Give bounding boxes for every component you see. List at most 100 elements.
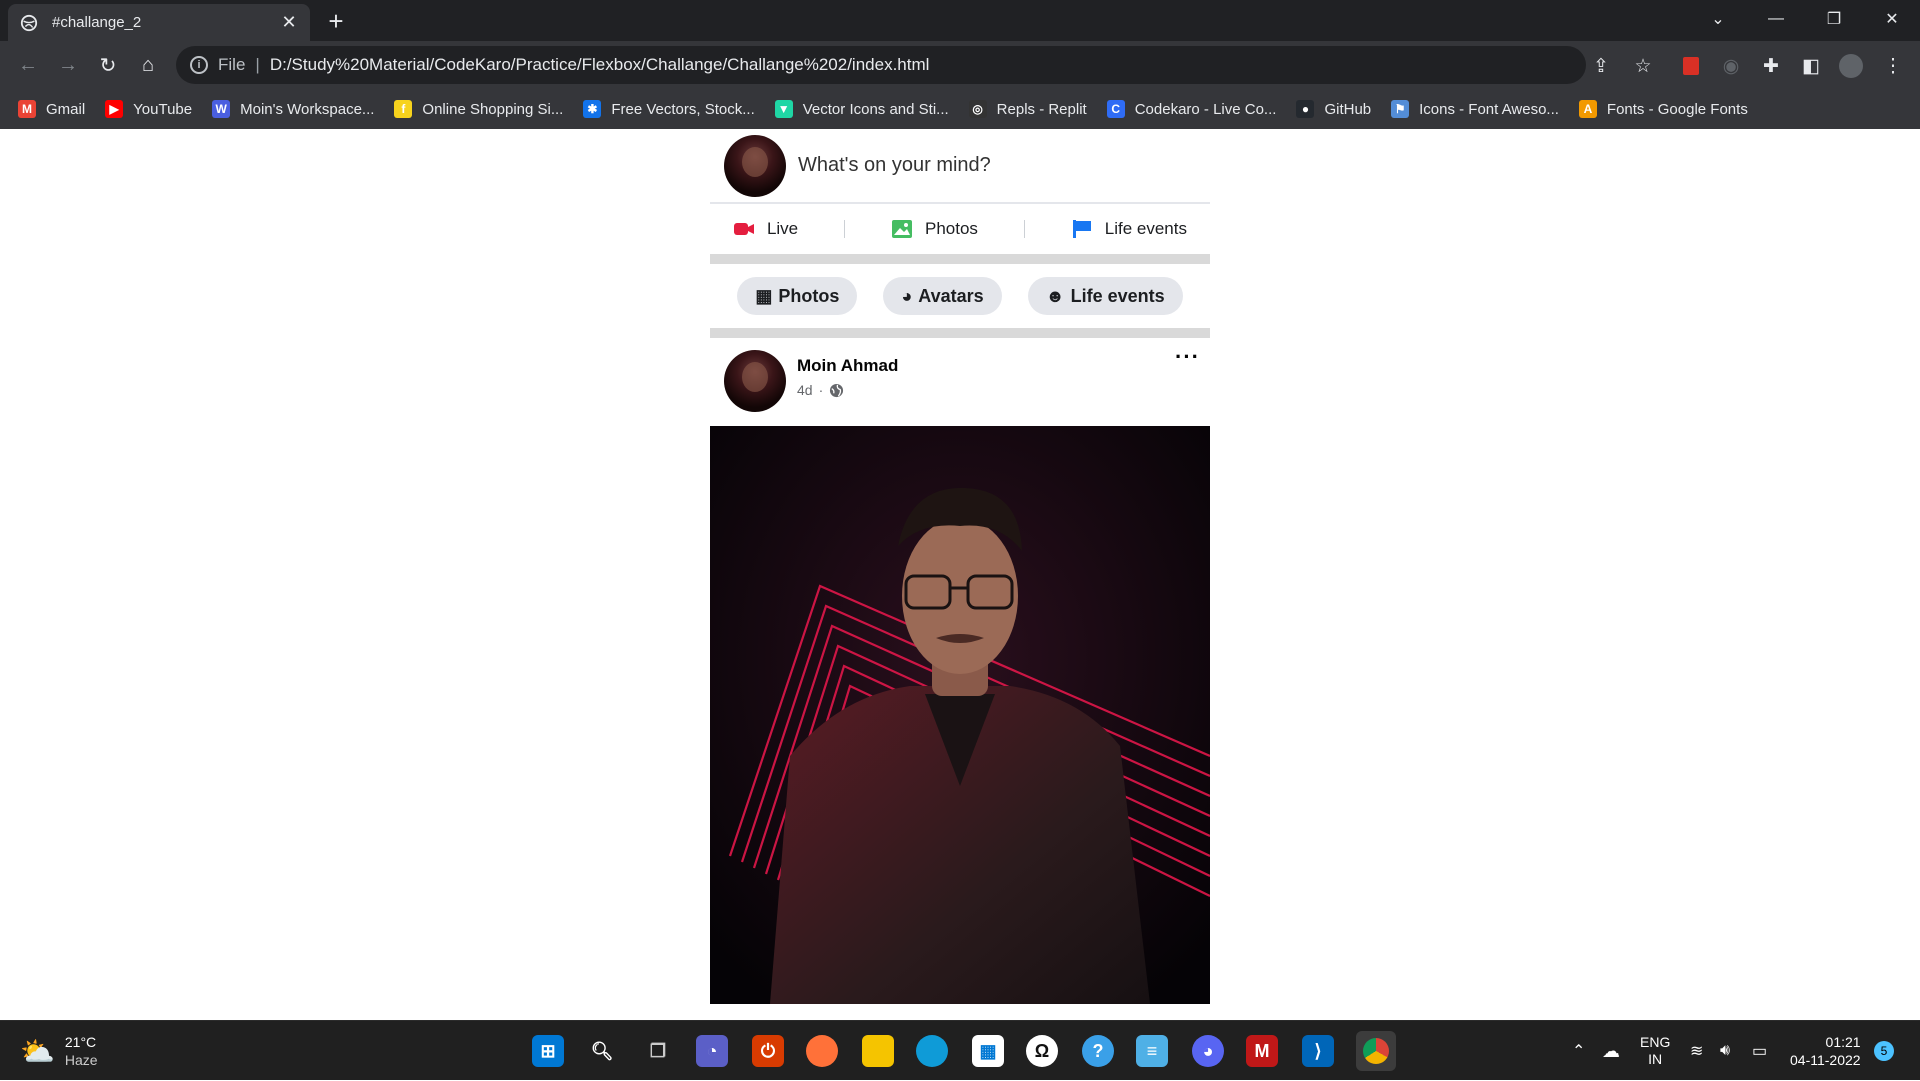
life-events-pill-button[interactable]: ☻ Life events	[1027, 277, 1183, 315]
reload-icon[interactable]: ↻	[94, 51, 122, 79]
live-button[interactable]: Live	[733, 219, 798, 239]
lang-bottom: IN	[1648, 1051, 1663, 1067]
battery-icon[interactable]: ▭	[1752, 1021, 1767, 1081]
flaticon-icon: ▼	[774, 100, 793, 118]
bookmark-label: Vector Icons and Sti...	[802, 100, 949, 118]
restore-button[interactable]: ❐	[1806, 0, 1862, 38]
clock[interactable]: 01:21 04-11-2022	[1790, 1021, 1861, 1081]
weather-widget[interactable]: ⛅ 21°C Haze	[20, 1033, 98, 1069]
fontawesome-icon: ⚑	[1391, 100, 1410, 118]
discord-icon[interactable]: ◕	[1192, 1035, 1224, 1067]
mcafee-icon[interactable]: M	[1246, 1035, 1278, 1067]
notepad-icon[interactable]: ≡	[1136, 1035, 1168, 1067]
minimize-button[interactable]: —	[1748, 0, 1804, 38]
bookmark-item[interactable]: ▶ YouTube	[105, 100, 192, 118]
post-time[interactable]: 4d	[797, 382, 813, 398]
bookmark-star-icon[interactable]: ☆	[1630, 53, 1656, 79]
tab-active[interactable]: #challange_2 ✕	[8, 4, 310, 41]
life-events-button[interactable]: Life events	[1071, 219, 1187, 239]
photo-stack-icon: ▦	[755, 285, 773, 306]
live-label: Live	[766, 219, 799, 238]
bookmark-label: Gmail	[46, 100, 86, 118]
live-video-icon	[733, 223, 754, 235]
bookmark-label: Free Vectors, Stock...	[611, 100, 755, 118]
tab-strip: #challange_2 ✕ + ⌄ — ❐ ✕	[0, 0, 1920, 41]
extension-red-icon[interactable]	[1678, 53, 1704, 79]
wifi-icon[interactable]: ≋	[1690, 1021, 1703, 1081]
menu-kebab-icon[interactable]: ⋮	[1880, 53, 1906, 79]
tab-search-icon[interactable]: ⌄	[1690, 0, 1746, 38]
notification-badge[interactable]: 5	[1874, 1041, 1894, 1061]
store-icon[interactable]: ▦	[972, 1035, 1004, 1067]
tray-overflow-icon[interactable]: ⌃	[1572, 1021, 1585, 1081]
volume-icon[interactable]: 🔊︎	[1720, 1021, 1730, 1081]
extension-circle-icon[interactable]: ◉	[1718, 53, 1744, 79]
url-text[interactable]: D:/Study%20Material/CodeKaro/Practice/Fl…	[270, 55, 930, 75]
bookmark-item[interactable]: M Gmail	[18, 100, 85, 118]
app-red-icon[interactable]: ⏻	[752, 1035, 784, 1067]
share-icon[interactable]: ⇪	[1588, 53, 1614, 79]
post-header: Moin Ahmad 4d · ···	[710, 338, 1210, 426]
language-indicator[interactable]: ENG IN	[1640, 1021, 1670, 1081]
bookmark-item[interactable]: ◎ Repls - Replit	[968, 100, 1087, 118]
file-explorer-icon[interactable]	[862, 1035, 894, 1067]
section-divider	[710, 328, 1210, 338]
info-icon[interactable]: i	[190, 56, 208, 74]
photos-icon	[891, 220, 912, 238]
chrome-icon[interactable]	[1356, 1031, 1396, 1071]
side-panel-icon[interactable]: ◧	[1798, 53, 1824, 79]
profile-avatar-icon[interactable]	[1838, 53, 1864, 79]
smile-icon: ☻	[1045, 285, 1065, 306]
address-bar[interactable]: i File | D:/Study%20Material/CodeKaro/Pr…	[176, 46, 1586, 84]
chat-icon[interactable]: ◔	[696, 1035, 728, 1067]
life-events-label: Life events	[1104, 219, 1187, 238]
vscode-icon[interactable]: ⟩	[1302, 1035, 1334, 1067]
avatars-pill-button[interactable]: ◕ Avatars	[883, 277, 1002, 315]
author-avatar[interactable]	[724, 350, 786, 412]
bookmark-label: Moin's Workspace...	[240, 100, 375, 118]
photos-pill-label: Photos	[778, 285, 840, 306]
start-windows-icon[interactable]: ⊞	[532, 1035, 564, 1067]
edge-icon[interactable]	[916, 1035, 948, 1067]
replit-icon: ◎	[968, 100, 987, 118]
tab-close-icon[interactable]: ✕	[280, 12, 298, 32]
back-arrow-icon[interactable]: ←	[14, 51, 42, 79]
bookmark-item[interactable]: ⚑ Icons - Font Aweso...	[1391, 100, 1559, 118]
help-icon[interactable]: ?	[1082, 1035, 1114, 1067]
extensions-puzzle-icon[interactable]: ✚	[1758, 53, 1784, 79]
weather-desc: Haze	[64, 1052, 98, 1068]
freepik-icon: ✱	[583, 100, 602, 118]
bookmark-item[interactable]: f Online Shopping Si...	[394, 100, 563, 118]
meta-dot: ·	[818, 382, 824, 398]
bookmark-item[interactable]: A Fonts - Google Fonts	[1578, 100, 1748, 118]
post-composer: What's on your mind?	[710, 129, 1210, 204]
photos-pill-button[interactable]: ▦ Photos	[737, 277, 858, 315]
search-icon[interactable]: 🔍︎	[586, 1035, 618, 1067]
user-avatar[interactable]	[724, 134, 786, 197]
composer-prompt[interactable]: What's on your mind?	[798, 154, 991, 177]
bookmark-label: Codekaro - Live Co...	[1134, 100, 1277, 118]
more-options-button[interactable]: ···	[1175, 344, 1200, 370]
app-circle-icon[interactable]: Ω	[1026, 1035, 1058, 1067]
onedrive-cloud-icon[interactable]: ☁	[1602, 1021, 1620, 1081]
codekaro-icon: C	[1106, 100, 1125, 118]
new-tab-button[interactable]: +	[322, 8, 350, 36]
bookmark-item[interactable]: ● GitHub	[1296, 100, 1371, 118]
divider	[1023, 220, 1025, 238]
forward-arrow-icon[interactable]: →	[54, 51, 82, 79]
bookmark-label: Online Shopping Si...	[422, 100, 564, 118]
task-view-icon[interactable]: ❐	[642, 1035, 674, 1067]
close-window-button[interactable]: ✕	[1864, 0, 1920, 38]
photos-button[interactable]: Photos	[891, 219, 978, 239]
firefox-icon[interactable]	[806, 1035, 838, 1067]
divider	[844, 220, 846, 238]
bookmark-item[interactable]: W Moin's Workspace...	[212, 100, 374, 118]
bookmark-item[interactable]: C Codekaro - Live Co...	[1106, 100, 1277, 118]
home-icon[interactable]: ⌂	[134, 51, 162, 79]
bookmark-item[interactable]: ✱ Free Vectors, Stock...	[583, 100, 755, 118]
author-name[interactable]: Moin Ahmad	[797, 356, 898, 376]
bookmark-item[interactable]: ▼ Vector Icons and Sti...	[774, 100, 949, 118]
clock-date: 04-11-2022	[1790, 1052, 1861, 1068]
github-icon: ●	[1296, 100, 1315, 118]
post-photo[interactable]	[710, 426, 1210, 1004]
